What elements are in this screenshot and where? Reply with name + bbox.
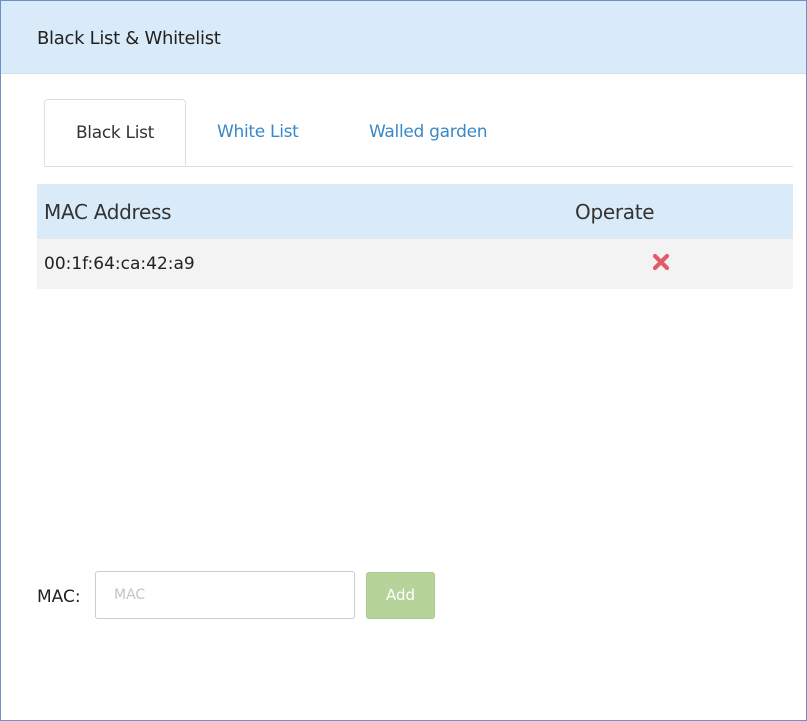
delete-x-icon[interactable] [651,252,671,272]
tab-white-list[interactable]: White List [217,99,299,166]
panel-header: Black List & Whitelist [1,1,806,74]
mac-table: MAC Address Operate 00:1f:64:ca:42:a9 [37,184,793,289]
tab-bar: Black List White List Walled garden [44,99,793,167]
tab-walled-garden[interactable]: Walled garden [369,99,488,166]
tab-black-list[interactable]: Black List [44,99,186,166]
column-header-mac-address: MAC Address [44,200,172,224]
blacklist-panel: Black List & Whitelist Black List White … [0,0,807,721]
mac-address-cell: 00:1f:64:ca:42:a9 [44,254,195,274]
add-button[interactable]: Add [366,572,435,619]
table-header: MAC Address Operate [37,184,793,238]
table-row: 00:1f:64:ca:42:a9 [37,238,793,289]
panel-title: Black List & Whitelist [37,28,221,49]
mac-label: MAC: [37,587,81,607]
column-header-operate: Operate [575,200,655,224]
mac-input[interactable] [95,571,355,619]
